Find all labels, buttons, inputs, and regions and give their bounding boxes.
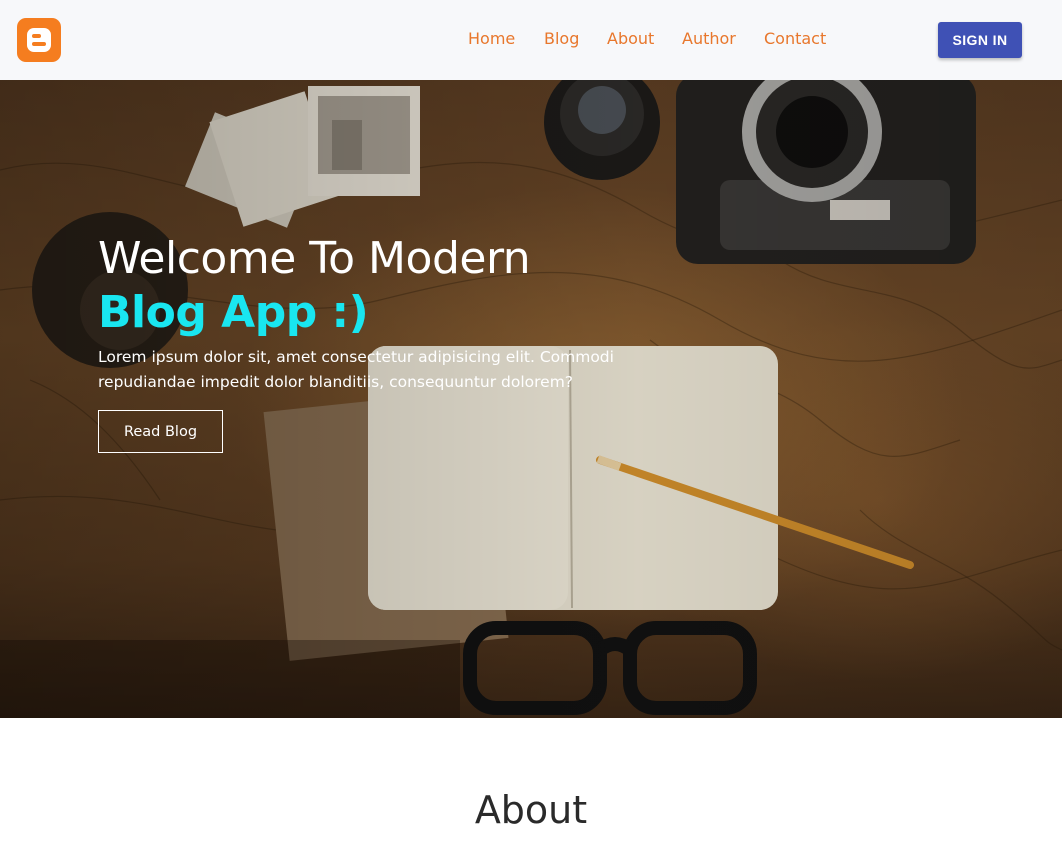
nav-blog-link[interactable]: Blog <box>544 29 579 49</box>
blogger-logo-icon[interactable] <box>17 18 61 62</box>
read-blog-button[interactable]: Read Blog <box>98 410 223 453</box>
hero-overlay <box>0 80 1062 718</box>
nav-home-link[interactable]: Home <box>468 29 515 49</box>
hero-title: Welcome To Modern <box>98 233 531 284</box>
hero-banner: Welcome To Modern Blog App :) Lorem ipsu… <box>0 80 1062 718</box>
about-section-title: About <box>474 788 588 832</box>
nav-about-link[interactable]: About <box>607 29 654 49</box>
hero-title-accent: Blog App :) <box>98 287 369 338</box>
sign-in-button[interactable]: SIGN IN <box>938 22 1022 58</box>
nav-contact-link[interactable]: Contact <box>764 29 826 49</box>
hero-description: Lorem ipsum dolor sit, amet consectetur … <box>98 348 614 391</box>
nav-author-link[interactable]: Author <box>682 29 736 49</box>
navbar: Home Blog About Author Contact SIGN IN <box>0 0 1062 80</box>
